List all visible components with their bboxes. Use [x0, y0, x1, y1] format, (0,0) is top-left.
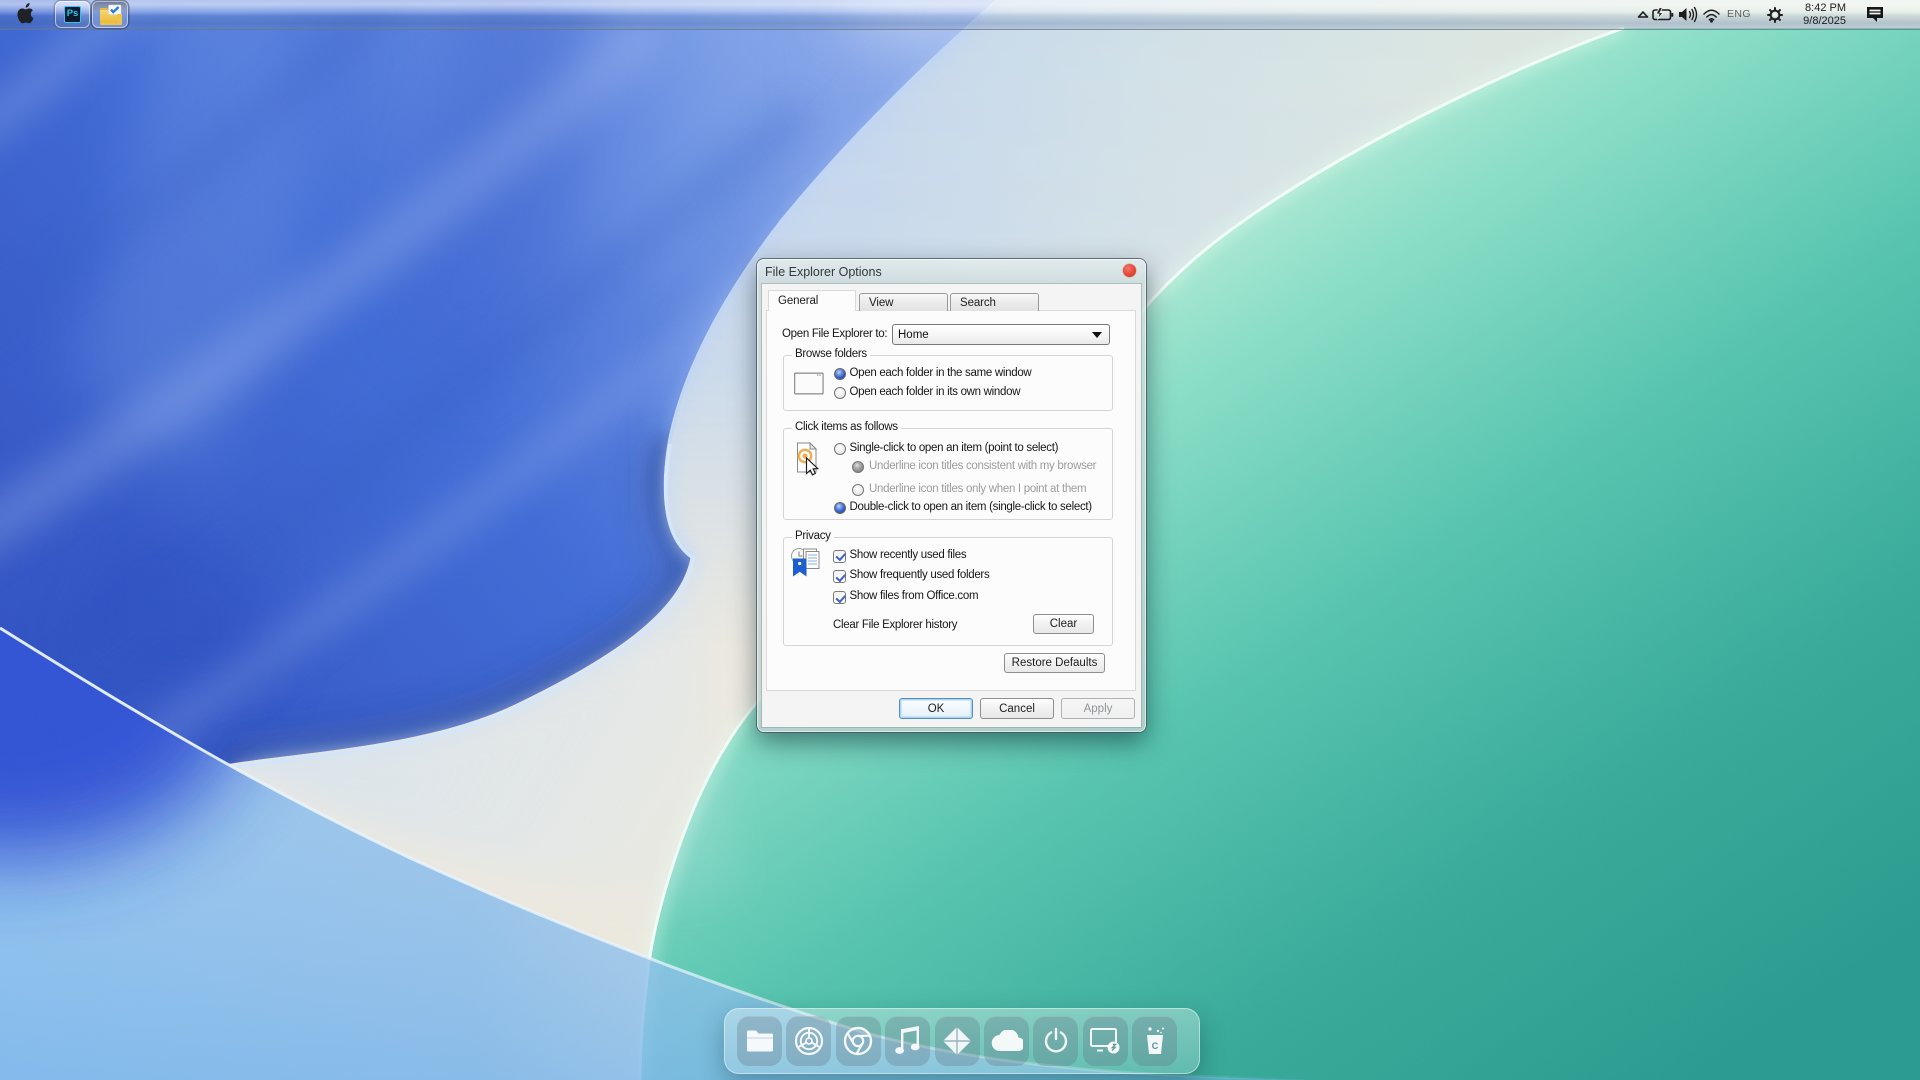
svg-text:C: C: [1151, 1041, 1158, 1051]
